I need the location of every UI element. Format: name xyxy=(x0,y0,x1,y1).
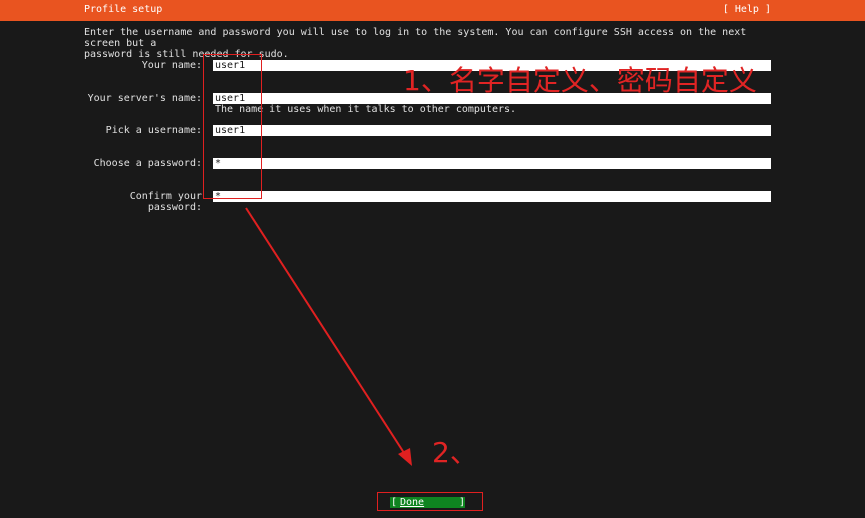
annotation-arrow-head xyxy=(398,448,412,466)
annotation-overlay xyxy=(245,207,412,466)
annotation-arrow-line xyxy=(245,207,407,457)
installer-screen: Profile setup [ Help ] Enter the usernam… xyxy=(0,0,865,518)
